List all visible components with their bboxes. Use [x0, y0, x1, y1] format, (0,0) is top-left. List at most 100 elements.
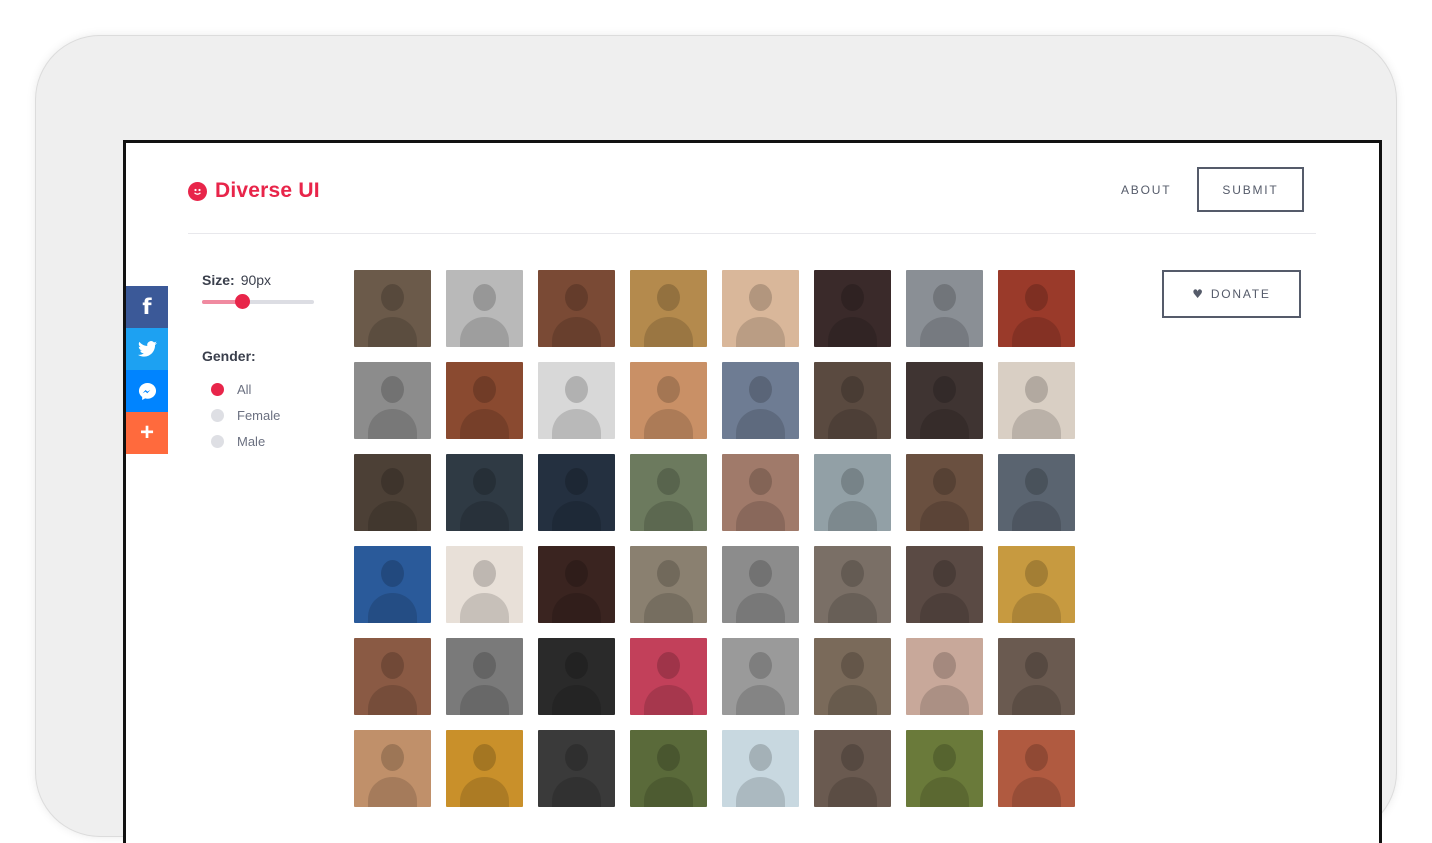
avatar-head-shape: [841, 560, 864, 587]
avatar-photo[interactable]: [998, 638, 1075, 715]
facebook-icon: f: [142, 295, 152, 319]
avatar-photo[interactable]: [446, 454, 523, 531]
avatar-body-shape: [736, 685, 785, 715]
avatar-photo[interactable]: [630, 638, 707, 715]
avatar-photo[interactable]: [722, 546, 799, 623]
avatar-photo[interactable]: [538, 546, 615, 623]
gender-options: All Female Male: [211, 376, 280, 454]
donate-button[interactable]: ♥ DONATE: [1162, 270, 1301, 318]
avatar-photo[interactable]: [630, 270, 707, 347]
avatar-photo[interactable]: [998, 362, 1075, 439]
gender-label: Gender:: [202, 348, 256, 364]
avatar-photo[interactable]: [998, 546, 1075, 623]
avatar-photo[interactable]: [814, 362, 891, 439]
avatar-head-shape: [565, 284, 588, 311]
avatar-body-shape: [920, 409, 969, 439]
avatar-head-shape: [657, 376, 680, 403]
avatar-photo[interactable]: [814, 546, 891, 623]
avatar-body-shape: [552, 685, 601, 715]
avatar-body-shape: [920, 501, 969, 531]
nav-about-link[interactable]: ABOUT: [1121, 183, 1171, 197]
avatar-body-shape: [1012, 593, 1061, 623]
avatar-photo[interactable]: [814, 454, 891, 531]
avatar-body-shape: [368, 409, 417, 439]
avatar-photo[interactable]: [906, 454, 983, 531]
avatar-body-shape: [1012, 409, 1061, 439]
avatar-head-shape: [933, 560, 956, 587]
avatar-body-shape: [920, 317, 969, 347]
avatar-photo[interactable]: [722, 638, 799, 715]
avatar-photo[interactable]: [354, 638, 431, 715]
avatar-body-shape: [368, 593, 417, 623]
radio-dot: [211, 382, 224, 396]
twitter-share-button[interactable]: [126, 328, 168, 370]
avatar-photo[interactable]: [446, 730, 523, 807]
avatar-photo[interactable]: [814, 730, 891, 807]
avatar-head-shape: [473, 376, 496, 403]
avatar-photo[interactable]: [722, 362, 799, 439]
size-slider[interactable]: [202, 294, 314, 309]
more-share-button[interactable]: +: [126, 412, 168, 454]
avatar-photo[interactable]: [354, 362, 431, 439]
avatar-body-shape: [920, 777, 969, 807]
avatar-photo[interactable]: [354, 270, 431, 347]
avatar-photo[interactable]: [538, 270, 615, 347]
gender-option-male[interactable]: Male: [211, 428, 280, 454]
avatar-photo[interactable]: [538, 454, 615, 531]
avatar-photo[interactable]: [538, 730, 615, 807]
avatar-body-shape: [736, 777, 785, 807]
avatar-photo[interactable]: [446, 546, 523, 623]
gender-option-all[interactable]: All: [211, 376, 280, 402]
avatar-photo[interactable]: [906, 638, 983, 715]
avatar-body-shape: [644, 685, 693, 715]
avatar-body-shape: [1012, 685, 1061, 715]
brand[interactable]: Diverse UI: [188, 179, 320, 203]
avatar-photo[interactable]: [722, 730, 799, 807]
submit-button[interactable]: SUBMIT: [1197, 167, 1304, 212]
avatar-body-shape: [368, 777, 417, 807]
avatar-photo[interactable]: [998, 730, 1075, 807]
gender-option-female[interactable]: Female: [211, 402, 280, 428]
avatar-photo[interactable]: [998, 454, 1075, 531]
avatar-photo[interactable]: [354, 546, 431, 623]
avatar-photo[interactable]: [722, 454, 799, 531]
avatar-photo[interactable]: [630, 730, 707, 807]
avatar-photo[interactable]: [906, 546, 983, 623]
facebook-share-button[interactable]: f: [126, 286, 168, 328]
avatar-body-shape: [552, 317, 601, 347]
messenger-share-button[interactable]: [126, 370, 168, 412]
avatar-photo[interactable]: [446, 362, 523, 439]
avatar-photo[interactable]: [814, 270, 891, 347]
avatar-head-shape: [749, 744, 772, 771]
avatar-photo[interactable]: [354, 730, 431, 807]
avatar-photo[interactable]: [630, 454, 707, 531]
avatar-photo[interactable]: [538, 362, 615, 439]
avatar-head-shape: [657, 468, 680, 495]
avatar-head-shape: [841, 468, 864, 495]
avatar-photo[interactable]: [722, 270, 799, 347]
donate-label: DONATE: [1210, 287, 1271, 301]
avatar-head-shape: [1025, 284, 1048, 311]
avatar-photo[interactable]: [538, 638, 615, 715]
avatar-body-shape: [460, 685, 509, 715]
avatar-photo[interactable]: [630, 546, 707, 623]
messenger-icon: [138, 382, 156, 400]
avatar-head-shape: [473, 468, 496, 495]
avatar-photo[interactable]: [446, 638, 523, 715]
avatar-photo[interactable]: [906, 730, 983, 807]
avatar-head-shape: [565, 560, 588, 587]
avatar-photo[interactable]: [906, 270, 983, 347]
avatar-body-shape: [644, 317, 693, 347]
avatar-photo[interactable]: [906, 362, 983, 439]
avatar-photo[interactable]: [814, 638, 891, 715]
avatar-photo[interactable]: [446, 270, 523, 347]
avatar-head-shape: [933, 284, 956, 311]
avatar-head-shape: [749, 284, 772, 311]
avatar-head-shape: [1025, 376, 1048, 403]
avatar-photo[interactable]: [998, 270, 1075, 347]
avatar-head-shape: [381, 468, 404, 495]
avatar-photo[interactable]: [630, 362, 707, 439]
avatar-photo[interactable]: [354, 454, 431, 531]
avatar-head-shape: [749, 560, 772, 587]
slider-thumb[interactable]: [235, 294, 251, 309]
